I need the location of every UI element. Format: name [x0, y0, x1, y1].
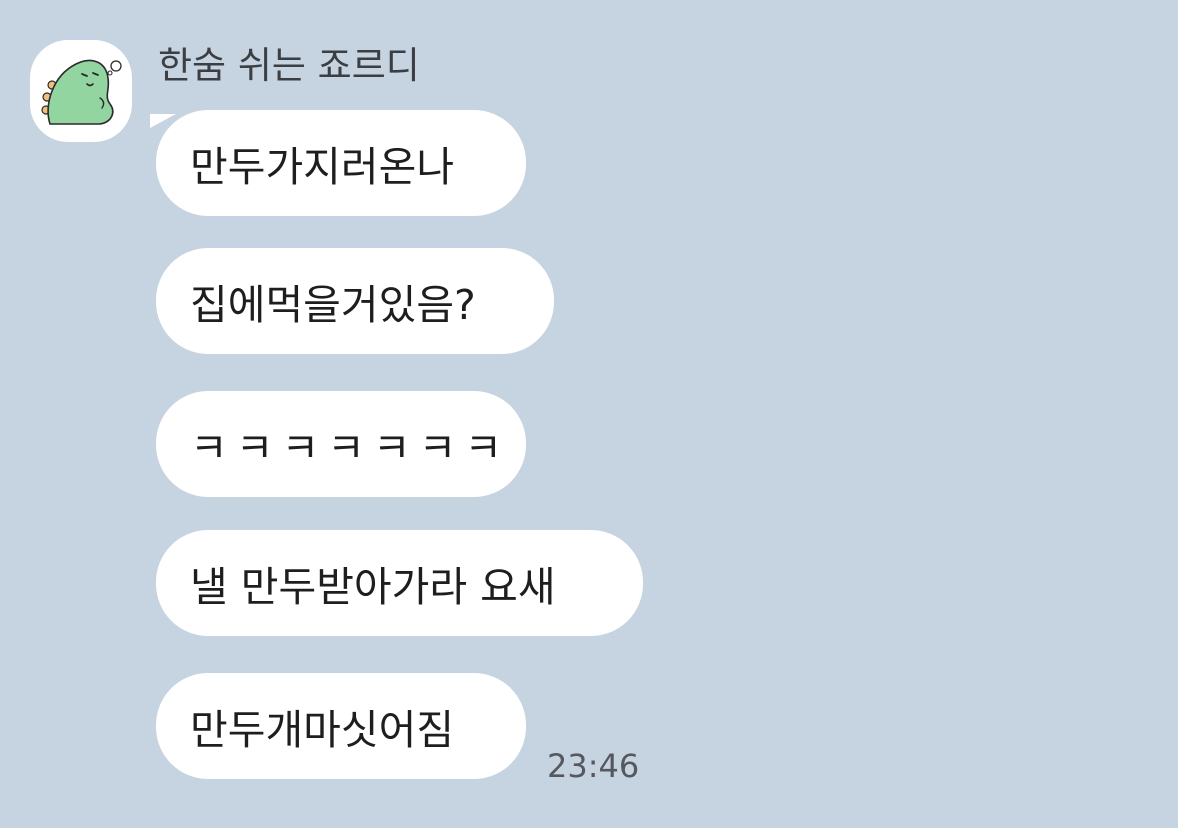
message-text: 만두가지러온나 — [190, 143, 455, 191]
message-bubble[interactable]: 낼 만두받아가라 요새 — [156, 530, 643, 636]
sender-avatar[interactable] — [30, 40, 132, 142]
message-bubble[interactable]: 집에먹을거있음? — [156, 248, 554, 354]
message-text: 집에먹을거있음? — [190, 281, 476, 329]
message-timestamp: 23:46 — [547, 747, 640, 785]
message-text: ㅋㅋㅋㅋㅋㅋㅋ — [190, 424, 511, 472]
sender-name: 한숨 쉬는 죠르디 — [158, 44, 420, 87]
message-text: 만두개마싯어짐 — [190, 706, 455, 754]
message-bubble[interactable]: 만두개마싯어짐 — [156, 673, 526, 779]
message-text: 낼 만두받아가라 요새 — [190, 563, 556, 611]
message-bubble[interactable]: ㅋㅋㅋㅋㅋㅋㅋ — [156, 391, 526, 497]
green-dinosaur-character-icon — [41, 59, 122, 125]
message-bubble[interactable]: 만두가지러온나 — [156, 110, 526, 216]
